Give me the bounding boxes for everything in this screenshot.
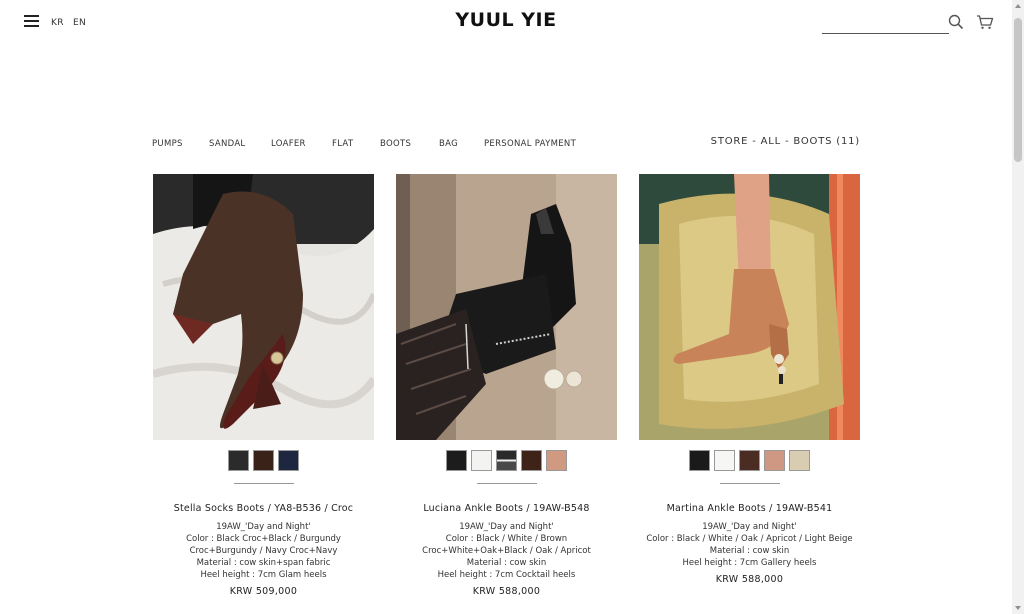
product-description: 19AW_'Day and Night' Color : Black Croc+… (153, 521, 374, 581)
search-icon[interactable] (948, 14, 964, 30)
product-card: Martina Ankle Boots / 19AW-B541 19AW_'Da… (639, 174, 860, 585)
desc-line: Material : cow skin (466, 558, 547, 568)
product-description: 19AW_'Day and Night' Color : Black / Whi… (639, 521, 860, 569)
desc-line: 19AW_'Day and Night' (216, 522, 311, 532)
scroll-up-arrow-icon[interactable] (1015, 4, 1021, 8)
desc-line: 19AW_'Day and Night' (459, 522, 554, 532)
desc-line: Color : Black Croc+Black / Burgundy (186, 534, 341, 544)
desc-line: Heel height : 7cm Cocktail heels (437, 570, 576, 580)
breadcrumb-separator: - (781, 136, 794, 147)
product-name[interactable]: Martina Ankle Boots / 19AW-B541 (639, 503, 860, 514)
color-swatch[interactable] (496, 450, 517, 471)
color-swatch[interactable] (764, 450, 785, 471)
search-underline (822, 33, 949, 34)
breadcrumb-store[interactable]: STORE (711, 136, 749, 147)
desc-line: Color : Black / White / Brown (445, 534, 568, 544)
product-image[interactable] (153, 174, 374, 440)
page-scrollbar[interactable] (1012, 0, 1024, 614)
color-swatches (639, 450, 860, 474)
breadcrumb-current: BOOTS (11) (793, 136, 860, 147)
product-description: 19AW_'Day and Night' Color : Black / Whi… (396, 521, 617, 581)
color-swatch[interactable] (689, 450, 710, 471)
category-flat[interactable]: FLAT (332, 139, 353, 149)
desc-line: Material : cow skin (709, 546, 790, 556)
divider (476, 483, 537, 484)
color-swatch[interactable] (789, 450, 810, 471)
product-card: Luciana Ankle Boots / 19AW-B548 19AW_'Da… (396, 174, 617, 597)
color-swatches (153, 450, 374, 474)
desc-line: Heel height : 7cm Glam heels (200, 570, 327, 580)
category-personal-payment[interactable]: PERSONAL PAYMENT (484, 139, 576, 149)
product-price: KRW 509,000 (229, 586, 298, 597)
product-image[interactable] (396, 174, 617, 440)
color-swatch[interactable] (253, 450, 274, 471)
product-name[interactable]: Luciana Ankle Boots / 19AW-B548 (396, 503, 617, 514)
cart-icon[interactable] (976, 14, 994, 30)
color-swatch[interactable] (521, 450, 542, 471)
color-swatch[interactable] (739, 450, 760, 471)
color-swatch[interactable] (278, 450, 299, 471)
category-bag[interactable]: BAG (439, 139, 458, 149)
desc-line: Croc+White+Oak+Black / Oak / Apricot (422, 546, 591, 556)
desc-line: Heel height : 7cm Gallery heels (682, 558, 817, 568)
product-price: KRW 588,000 (472, 586, 541, 597)
color-swatch[interactable] (471, 450, 492, 471)
product-image[interactable] (639, 174, 860, 440)
color-swatch[interactable] (546, 450, 567, 471)
color-swatch[interactable] (446, 450, 467, 471)
site-header: KR EN YUUL YIE (0, 0, 1012, 46)
product-card: Stella Socks Boots / YA8-B536 / Croc 19A… (153, 174, 374, 597)
product-name[interactable]: Stella Socks Boots / YA8-B536 / Croc (153, 503, 374, 514)
desc-line: 19AW_'Day and Night' (702, 522, 797, 532)
product-price: KRW 588,000 (715, 574, 784, 585)
breadcrumb-separator: - (748, 136, 761, 147)
scroll-thumb[interactable] (1014, 18, 1022, 162)
category-loafer[interactable]: LOAFER (271, 139, 306, 149)
desc-line: Color : Black / White / Oak / Apricot / … (646, 534, 853, 544)
scroll-down-arrow-icon[interactable] (1015, 606, 1021, 610)
category-pumps[interactable]: PUMPS (152, 139, 183, 149)
desc-line: Material : cow skin+span fabric (196, 558, 331, 568)
color-swatches (396, 450, 617, 474)
divider (719, 483, 780, 484)
breadcrumb: STORE - ALL - BOOTS (11) (711, 136, 860, 147)
category-sandal[interactable]: SANDAL (209, 139, 245, 149)
color-swatch[interactable] (228, 450, 249, 471)
breadcrumb-all[interactable]: ALL (761, 136, 781, 147)
color-swatch[interactable] (714, 450, 735, 471)
category-boots[interactable]: BOOTS (380, 139, 411, 149)
divider (233, 483, 294, 484)
desc-line: Croc+Burgundy / Navy Croc+Navy (189, 546, 338, 556)
search-input[interactable] (822, 15, 946, 32)
